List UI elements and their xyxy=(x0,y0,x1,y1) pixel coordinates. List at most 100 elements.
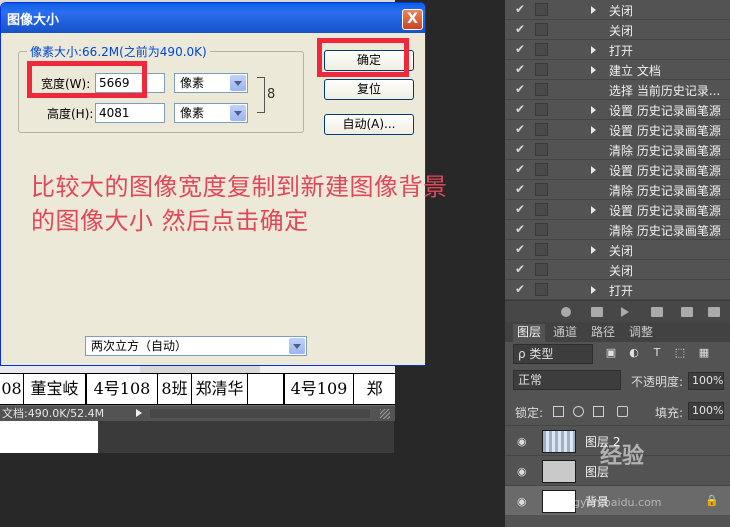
history-item-label: 关闭 xyxy=(609,24,634,38)
history-brush-box[interactable] xyxy=(535,223,548,236)
resize-grip-icon[interactable] xyxy=(380,409,390,419)
history-item[interactable]: ✔ 关闭 xyxy=(505,240,730,260)
tab-layers[interactable]: 图层 xyxy=(513,324,546,342)
expand-arrow-icon[interactable] xyxy=(591,46,596,54)
history-item[interactable]: ✔ 关闭 xyxy=(505,20,730,40)
eye-icon[interactable]: ◉ xyxy=(517,465,527,478)
auto-button[interactable]: 自动(A)... xyxy=(324,114,414,135)
history-item-label: 设置 历史记录画笔源 xyxy=(609,104,721,118)
canvas-pasteboard xyxy=(98,421,394,453)
check-icon: ✔ xyxy=(515,62,526,76)
resample-method-value: 两次立方（自动） xyxy=(91,339,188,353)
trash-icon[interactable] xyxy=(708,307,720,317)
history-brush-box[interactable] xyxy=(535,283,548,296)
height-label: 高度(H): xyxy=(47,107,94,121)
expand-arrow-icon[interactable] xyxy=(591,286,596,294)
type-filter-icon[interactable]: T xyxy=(651,347,663,359)
table-cell: 董宝岐 xyxy=(24,374,86,404)
history-item[interactable]: ✔ 打开 xyxy=(505,280,730,300)
history-item[interactable]: ✔ 建立 文档 xyxy=(505,60,730,80)
chain-link-icon[interactable]: 8 xyxy=(267,87,275,102)
table-cell: 4号108 xyxy=(86,374,158,404)
folder-icon[interactable] xyxy=(651,307,663,317)
history-brush-box[interactable] xyxy=(535,3,548,16)
history-item-label: 选择 当前历史记录... xyxy=(609,84,721,98)
history-item-label: 打开 xyxy=(609,284,634,298)
document-table-row: 08 董宝岐 4号108 8班 郑清华 4号109 郑 xyxy=(0,373,395,405)
history-item[interactable]: ✔ 设置 历史记录画笔源 xyxy=(505,200,730,220)
close-button[interactable]: X xyxy=(402,9,423,30)
horizontal-scrollbar[interactable] xyxy=(150,409,370,418)
opacity-input[interactable]: 100% xyxy=(688,372,724,390)
history-brush-box[interactable] xyxy=(535,83,548,96)
history-brush-box[interactable] xyxy=(535,43,548,56)
expand-arrow-icon[interactable] xyxy=(591,6,596,14)
dialog-title-bar[interactable]: 图像大小 X xyxy=(1,3,425,33)
lock-position-icon[interactable] xyxy=(593,406,604,417)
image-filter-icon[interactable]: ▣ xyxy=(605,347,617,359)
height-unit-select[interactable]: 像素 xyxy=(174,103,248,123)
history-footer xyxy=(505,300,730,322)
history-brush-box[interactable] xyxy=(535,203,548,216)
play-icon[interactable] xyxy=(621,307,631,317)
history-brush-box[interactable] xyxy=(535,263,548,276)
adjustment-filter-icon[interactable]: ◐ xyxy=(628,347,640,359)
history-brush-box[interactable] xyxy=(535,63,548,76)
resample-method-select[interactable]: 两次立方（自动） xyxy=(85,336,307,356)
history-brush-box[interactable] xyxy=(535,23,548,36)
history-item[interactable]: ✔ 打开 xyxy=(505,40,730,60)
fill-input[interactable]: 100% xyxy=(688,402,724,420)
camera-icon[interactable] xyxy=(591,307,603,317)
width-unit-select[interactable]: 像素 xyxy=(174,73,248,93)
document-status-bar: 文档:490.0K/52.4M xyxy=(0,405,395,421)
tab-adjustments[interactable]: 调整 xyxy=(625,324,657,342)
height-input[interactable]: 4081 xyxy=(95,103,165,123)
expand-arrow-icon[interactable] xyxy=(591,166,596,174)
blend-mode-select[interactable]: 正常 xyxy=(513,370,621,390)
shape-filter-icon[interactable]: ⬚ xyxy=(674,347,686,359)
history-item[interactable]: ✔ 设置 历史记录画笔源 xyxy=(505,120,730,140)
history-brush-box[interactable] xyxy=(535,123,548,136)
history-brush-box[interactable] xyxy=(535,243,548,256)
history-brush-box[interactable] xyxy=(535,183,548,196)
history-item-label: 设置 历史记录画笔源 xyxy=(609,164,721,178)
history-item[interactable]: ✔ 清除 历史记录画笔源 xyxy=(505,180,730,200)
smart-object-filter-icon[interactable]: ▦ xyxy=(698,347,710,359)
annotation-box-width xyxy=(27,61,147,98)
table-cell: 8班 xyxy=(158,374,192,404)
new-snapshot-icon[interactable] xyxy=(561,307,571,317)
history-item[interactable]: ✔ 设置 历史记录画笔源 xyxy=(505,100,730,120)
expand-arrow-icon[interactable] xyxy=(591,106,596,114)
history-item[interactable]: ✔ 清除 历史记录画笔源 xyxy=(505,140,730,160)
table-cell: 4号109 xyxy=(284,374,354,404)
history-item-label: 打开 xyxy=(609,44,634,58)
tab-paths[interactable]: 路径 xyxy=(587,324,619,342)
history-brush-box[interactable] xyxy=(535,163,548,176)
check-icon: ✔ xyxy=(515,82,526,96)
lock-transparent-icon[interactable] xyxy=(553,406,564,417)
history-item[interactable]: ✔ 关闭 xyxy=(505,260,730,280)
history-brush-box[interactable] xyxy=(535,143,548,156)
eye-icon[interactable]: ◉ xyxy=(517,495,527,508)
expand-arrow-icon[interactable] xyxy=(591,126,596,134)
new-document-icon[interactable] xyxy=(681,307,693,317)
history-item[interactable]: ✔ 设置 历史记录画笔源 xyxy=(505,160,730,180)
lock-pixels-icon[interactable] xyxy=(573,406,584,417)
history-brush-box[interactable] xyxy=(535,103,548,116)
history-item[interactable]: ✔ 清除 历史记录画笔源 xyxy=(505,220,730,240)
check-icon: ✔ xyxy=(515,142,526,156)
layer-filter-select[interactable]: ρ 类型 xyxy=(513,344,593,364)
expand-arrow-icon[interactable] xyxy=(591,206,596,214)
history-item[interactable]: ✔ 关闭 xyxy=(505,0,730,20)
expand-arrow-icon[interactable] xyxy=(591,246,596,254)
history-item[interactable]: ✔ 选择 当前历史记录... xyxy=(505,80,730,100)
lock-all-icon[interactable] xyxy=(617,406,628,417)
expand-arrow-icon[interactable] xyxy=(591,66,596,74)
check-icon: ✔ xyxy=(515,122,526,136)
eye-icon[interactable]: ◉ xyxy=(517,435,527,448)
tab-channels[interactable]: 通道 xyxy=(549,324,581,342)
status-menu-arrow-icon[interactable] xyxy=(136,409,142,417)
history-item-label: 清除 历史记录画笔源 xyxy=(609,144,721,158)
reset-button[interactable]: 复位 xyxy=(324,79,414,100)
history-item-label: 建立 文档 xyxy=(609,64,661,78)
